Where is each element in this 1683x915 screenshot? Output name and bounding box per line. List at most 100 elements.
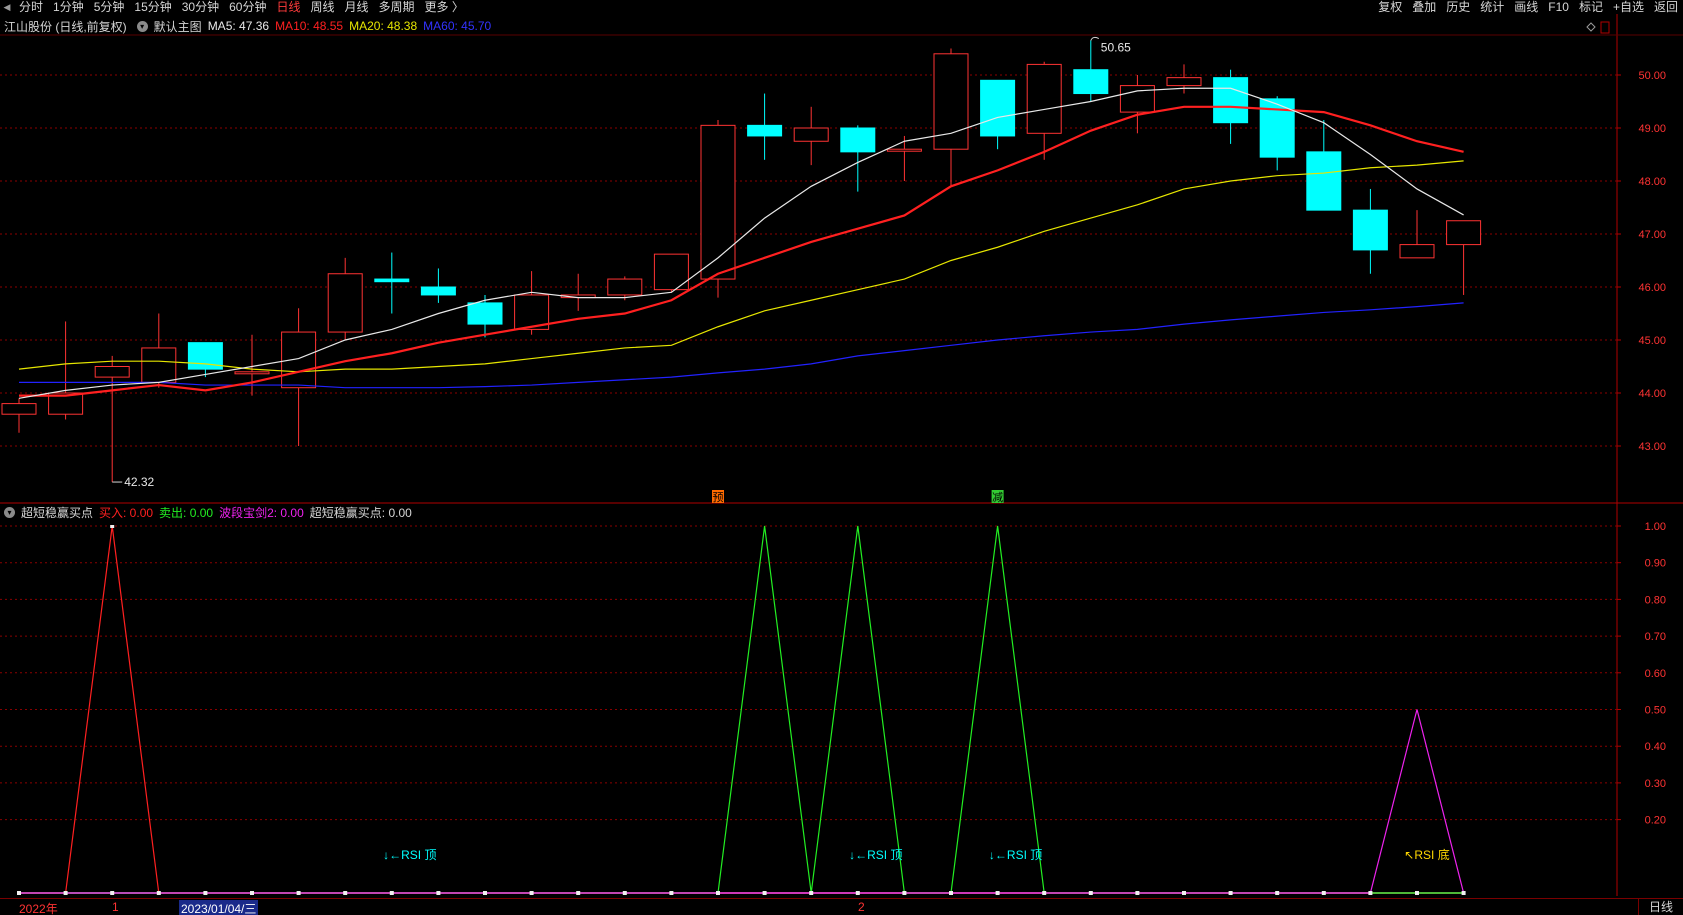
chart-canvas[interactable]: 50.00 49.00 48.00 47.00 46.00 45.00 44.00 43.00… [0, 0, 1683, 915]
price-tick-label: 50.00 [1638, 70, 1666, 82]
indicator-tick-label: 0.70 [1645, 631, 1666, 643]
candle-body[interactable] [1259, 98, 1295, 158]
ma5-readout: MA5: 47.36 [207, 19, 270, 33]
indicator-tick-label: 0.40 [1645, 741, 1666, 753]
panel-restore-icon[interactable] [1600, 21, 1610, 34]
point-readout: 超短稳赢买点: 0.00 [309, 505, 412, 520]
indicator-tick-label: 1.00 [1645, 521, 1666, 533]
candle-body[interactable] [374, 278, 410, 283]
indicator-tick-label: 0.30 [1645, 778, 1666, 790]
low-price-marker: 42.32 [124, 475, 154, 489]
rsi-top-label: ↓←RSI 顶 [849, 848, 902, 862]
year-label: 2022年 [19, 902, 58, 915]
candle-body[interactable] [94, 366, 130, 378]
candle-body[interactable] [793, 127, 829, 142]
candle-body[interactable] [420, 286, 456, 296]
chevron-down-icon[interactable]: ▾ [136, 20, 148, 32]
buy-readout: 买入: 0.00 [99, 505, 154, 520]
candle-body[interactable] [1119, 85, 1155, 113]
indicator-peak-point [110, 525, 115, 528]
indicator-point [296, 891, 301, 895]
candle-body[interactable] [886, 148, 922, 152]
price-tick-label: 43.00 [1638, 441, 1666, 453]
price-tick-label: 46.00 [1638, 282, 1666, 294]
candle-body[interactable] [653, 253, 689, 291]
month-label-2: 2 [858, 900, 865, 914]
ma60-line [19, 302, 1464, 389]
indicator-point [1228, 891, 1233, 895]
candle-body[interactable] [141, 347, 177, 383]
indicator-point [622, 891, 627, 895]
chevron-down-icon[interactable]: ▾ [4, 506, 15, 518]
ma10-readout: MA10: 48.55 [275, 19, 344, 33]
high-marker-arrow [1090, 36, 1100, 41]
ma10-line [19, 105, 1464, 397]
candle-body[interactable] [1, 403, 37, 415]
indicator-point [156, 891, 161, 895]
indicator-point [1415, 891, 1419, 895]
indicator-point [529, 891, 534, 895]
indicator-tick-label: 0.80 [1645, 594, 1666, 606]
candle-body[interactable] [234, 371, 270, 375]
candle-body[interactable] [980, 79, 1016, 137]
candle-body[interactable] [700, 124, 736, 280]
indicator-point [1275, 891, 1280, 895]
ma5-line [18, 87, 1464, 399]
diamond-icon[interactable] [1586, 22, 1596, 32]
candle-body[interactable] [747, 124, 783, 137]
month-label-1: 1 [112, 900, 119, 914]
indicator-tick-label: 0.20 [1645, 815, 1666, 827]
ma60-readout: MA60: 45.70 [423, 19, 492, 33]
stock-title: 江山股份 (日线,前复权) [4, 19, 127, 34]
indicator-point [1088, 891, 1093, 895]
candle-body[interactable] [1166, 77, 1202, 87]
signal-pre-badge: 预 [713, 491, 724, 504]
indicator-point [203, 891, 208, 895]
period-button[interactable]: 日线 [1638, 899, 1683, 915]
candle-body[interactable] [1352, 209, 1388, 251]
indicator-tick-label: 0.60 [1645, 668, 1666, 680]
main-panel-header: 江山股份 (日线,前复权) ▾ 默认主图 MA5: 47.36 MA10: 48… [0, 18, 497, 34]
candle-body[interactable] [467, 302, 503, 325]
indicator-point [343, 891, 348, 895]
candle-body[interactable] [1213, 77, 1249, 124]
candle-body[interactable] [1026, 63, 1062, 134]
rsi-top-label: ↓←RSI 顶 [383, 848, 436, 862]
candle-body[interactable] [1399, 244, 1435, 259]
price-tick-label: 45.00 [1638, 335, 1666, 347]
sell-readout: 卖出: 0.00 [159, 505, 214, 520]
indicator-panel-header: ▾ 超短稳赢买点 买入: 0.00 卖出: 0.00 波段宝剑2: 0.00 超… [0, 504, 418, 520]
price-tick-label: 47.00 [1638, 229, 1666, 241]
indicator-point [63, 891, 68, 895]
candle-body[interactable] [281, 331, 317, 389]
indicator-point [949, 891, 953, 895]
indicator-point [1182, 891, 1186, 895]
band-signal-line [19, 709, 1465, 894]
band-readout: 波段宝剑2: 0.00 [219, 505, 304, 520]
indicator-point [17, 891, 21, 895]
indicator-point [716, 891, 720, 895]
candle-body[interactable] [1073, 69, 1109, 95]
indicator-point [1042, 891, 1047, 895]
indicator-point [1461, 891, 1466, 895]
indicator-tick-label: 0.90 [1645, 558, 1666, 570]
signal-reduce-badge: 减 [992, 491, 1003, 504]
candle-body[interactable] [840, 127, 876, 153]
price-tick-label: 49.00 [1638, 123, 1666, 135]
high-price-marker: 50.65 [1101, 41, 1131, 55]
candle-body[interactable] [1446, 220, 1482, 246]
template-name[interactable]: 默认主图 [154, 18, 202, 35]
date-axis-bar: 2022年 1 2023/01/04/三 2 日线 [0, 898, 1683, 915]
candle-body[interactable] [327, 273, 363, 333]
indicator-name[interactable]: 超短稳赢买点 [21, 504, 93, 521]
candle-body[interactable] [607, 278, 643, 296]
indicator-point [1368, 891, 1373, 895]
indicator-point [995, 891, 1000, 895]
price-tick-label: 44.00 [1638, 388, 1666, 400]
indicator-point [762, 891, 767, 895]
indicator-point [902, 891, 907, 895]
indicator-point [1321, 891, 1326, 895]
price-tick-label: 48.00 [1638, 176, 1666, 188]
indicator-point [436, 891, 441, 895]
candle-body[interactable] [1306, 151, 1342, 211]
